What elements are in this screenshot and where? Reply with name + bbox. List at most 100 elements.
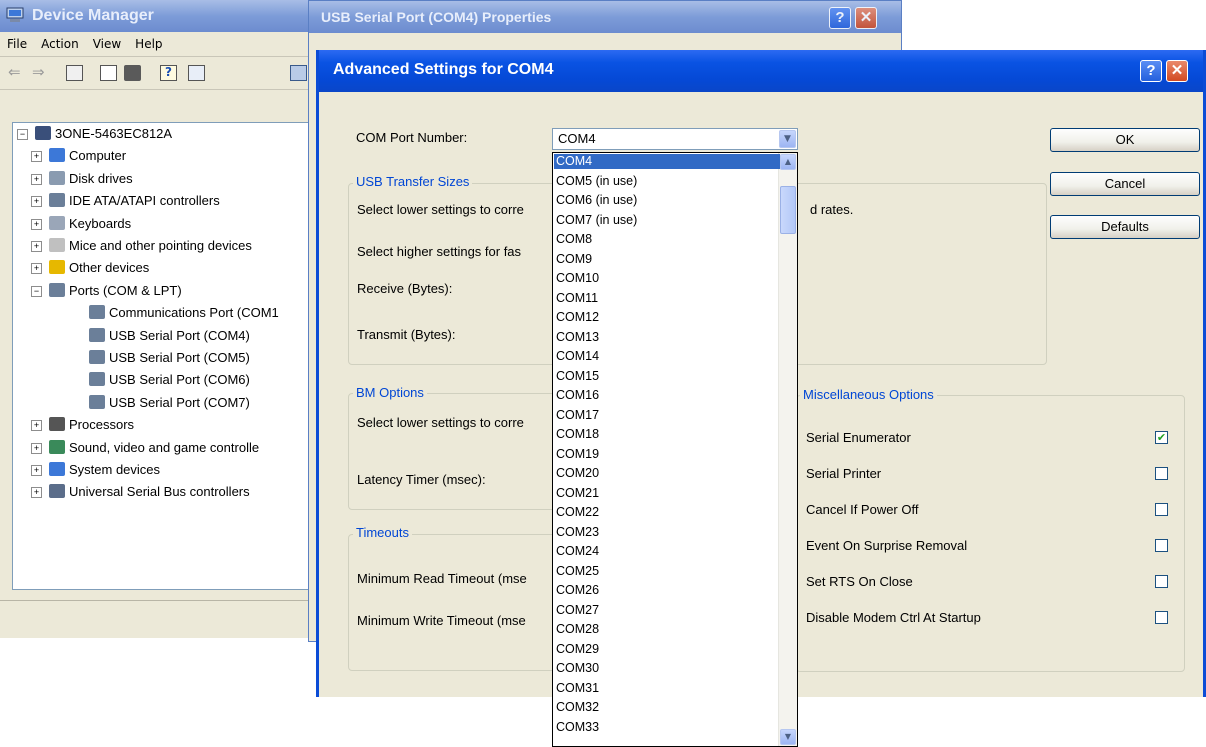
tree-item-label: USB Serial Port (COM6) <box>109 372 250 388</box>
expand-icon[interactable]: + <box>31 442 42 454</box>
view-icon[interactable] <box>188 65 205 81</box>
com-port-dropdown-list[interactable]: ▲ ▼ COM4 COM5 (in use) COM6 (in use) COM7 (… <box>552 152 798 747</box>
back-arrow-icon[interactable]: ⇐ <box>8 65 25 81</box>
properties-title-bar[interactable]: USB Serial Port (COM4) Properties <box>309 1 901 33</box>
expand-icon[interactable]: + <box>31 487 42 499</box>
menu-help[interactable]: Help <box>128 32 169 56</box>
dropdown-option[interactable]: COM7 (in use) <box>554 213 780 228</box>
tree-item[interactable]: + Universal Serial Bus controllers <box>31 481 250 503</box>
misc-option-checkbox[interactable] <box>1155 503 1168 516</box>
tree-item[interactable]: + Other devices <box>31 257 149 279</box>
collapse-icon[interactable]: − <box>17 129 28 140</box>
menu-file[interactable]: File <box>0 32 34 56</box>
dropdown-option[interactable]: COM18 <box>554 427 780 442</box>
defaults-button[interactable]: Defaults <box>1050 215 1200 239</box>
scroll-down-icon[interactable]: ▼ <box>780 729 796 745</box>
dropdown-option[interactable]: COM29 <box>554 642 780 657</box>
ok-button[interactable]: OK <box>1050 128 1200 152</box>
dropdown-option[interactable]: COM30 <box>554 661 780 676</box>
collapse-icon[interactable]: − <box>31 285 42 297</box>
help-button[interactable]: ? <box>1140 60 1162 82</box>
tree-item[interactable]: USB Serial Port (COM5) <box>87 347 250 369</box>
misc-option-checkbox[interactable] <box>1155 575 1168 588</box>
expand-icon[interactable]: + <box>31 196 42 208</box>
dropdown-option[interactable]: COM12 <box>554 310 780 325</box>
expand-icon[interactable]: + <box>31 420 42 432</box>
misc-option-label: Set RTS On Close <box>806 574 913 589</box>
expand-icon[interactable]: + <box>31 465 42 476</box>
dropdown-option[interactable]: COM8 <box>554 232 780 247</box>
properties-icon[interactable] <box>100 65 117 81</box>
tree-item[interactable]: USB Serial Port (COM7) <box>87 392 250 414</box>
tree-item[interactable]: USB Serial Port (COM4) <box>87 325 250 347</box>
com-port-select[interactable]: COM4 ▼ <box>552 128 798 150</box>
dropdown-option[interactable]: COM11 <box>554 291 780 306</box>
misc-option-checkbox[interactable] <box>1155 539 1168 552</box>
dropdown-option[interactable]: COM15 <box>554 369 780 384</box>
dropdown-option[interactable]: COM5 (in use) <box>554 174 780 189</box>
scan-hardware-icon[interactable] <box>290 65 307 81</box>
properties-close-button[interactable]: ✕ <box>855 7 877 29</box>
expand-icon[interactable]: + <box>31 218 42 230</box>
transmit-label: Transmit (Bytes): <box>357 327 456 342</box>
tree-item[interactable]: + Keyboards <box>31 213 131 235</box>
misc-option-checkbox[interactable] <box>1155 467 1168 480</box>
dropdown-option[interactable]: COM32 <box>554 700 780 715</box>
dropdown-option[interactable]: COM27 <box>554 603 780 618</box>
tree-item[interactable]: + Sound, video and game controlle <box>31 437 259 459</box>
scroll-up-icon[interactable]: ▲ <box>780 154 796 170</box>
misc-option-checkbox[interactable] <box>1155 611 1168 624</box>
print-icon[interactable] <box>124 65 141 81</box>
tree-item[interactable]: − Ports (COM & LPT) <box>31 280 182 302</box>
properties-help-button[interactable]: ? <box>829 7 851 29</box>
expand-icon[interactable]: + <box>31 173 42 185</box>
tree-item[interactable]: USB Serial Port (COM6) <box>87 369 250 391</box>
expand-icon[interactable]: + <box>31 263 42 275</box>
dropdown-option[interactable]: COM4 <box>554 154 780 169</box>
misc-option-label: Disable Modem Ctrl At Startup <box>806 610 981 625</box>
expand-icon[interactable]: + <box>31 241 42 252</box>
dropdown-option[interactable]: COM33 <box>554 720 780 735</box>
tree-item[interactable]: + Mice and other pointing devices <box>31 235 252 257</box>
dropdown-option[interactable]: COM25 <box>554 564 780 579</box>
menu-view[interactable]: View <box>86 32 128 56</box>
dropdown-option[interactable]: COM22 <box>554 505 780 520</box>
dropdown-option[interactable]: COM13 <box>554 330 780 345</box>
dropdown-option[interactable]: COM23 <box>554 525 780 540</box>
dropdown-option[interactable]: COM19 <box>554 447 780 462</box>
tree-item-label: Communications Port (COM1 <box>109 305 279 321</box>
menu-action[interactable]: Action <box>34 32 86 56</box>
tree-item[interactable]: − 3ONE-5463EC812A <box>17 123 172 145</box>
show-hide-console-tree-icon[interactable] <box>66 65 83 81</box>
tree-item[interactable]: + System devices <box>31 459 160 481</box>
advanced-title-bar[interactable]: Advanced Settings for COM4 <box>319 50 1203 92</box>
tree-item[interactable]: + Disk drives <box>31 168 133 190</box>
tree-item[interactable]: + Processors <box>31 414 134 436</box>
chevron-down-icon[interactable]: ▼ <box>779 130 796 148</box>
dropdown-option[interactable]: COM6 (in use) <box>554 193 780 208</box>
tree-item[interactable]: + IDE ATA/ATAPI controllers <box>31 190 220 212</box>
tree-item[interactable]: + Computer <box>31 145 126 167</box>
help-icon[interactable]: ? <box>160 65 177 81</box>
expand-icon[interactable]: + <box>31 151 42 163</box>
dropdown-option[interactable]: COM24 <box>554 544 780 559</box>
dropdown-scrollbar[interactable]: ▲ ▼ <box>778 153 797 746</box>
close-button[interactable]: ✕ <box>1166 60 1188 82</box>
cancel-button[interactable]: Cancel <box>1050 172 1200 196</box>
dropdown-option[interactable]: COM26 <box>554 583 780 598</box>
misc-option-checkbox[interactable]: ✔ <box>1155 431 1168 444</box>
dropdown-option[interactable]: COM10 <box>554 271 780 286</box>
device-manager-title-bar[interactable]: Device Manager <box>0 0 318 32</box>
dropdown-option[interactable]: COM28 <box>554 622 780 637</box>
dropdown-option[interactable]: COM31 <box>554 681 780 696</box>
dropdown-option[interactable]: COM9 <box>554 252 780 267</box>
dropdown-option[interactable]: COM17 <box>554 408 780 423</box>
forward-arrow-icon[interactable]: ⇒ <box>32 65 49 81</box>
device-manager-title: Device Manager <box>32 7 154 24</box>
dropdown-option[interactable]: COM16 <box>554 388 780 403</box>
scrollbar-thumb[interactable] <box>780 186 796 234</box>
dropdown-option[interactable]: COM21 <box>554 486 780 501</box>
tree-item[interactable]: Communications Port (COM1 <box>87 302 279 324</box>
dropdown-option[interactable]: COM14 <box>554 349 780 364</box>
dropdown-option[interactable]: COM20 <box>554 466 780 481</box>
